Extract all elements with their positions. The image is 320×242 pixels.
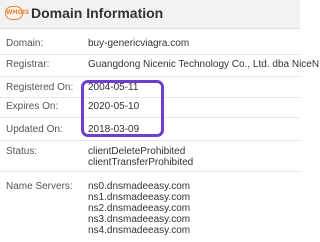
divider bbox=[0, 171, 300, 172]
divider bbox=[0, 140, 300, 141]
expires-on-label: Expires On: bbox=[6, 101, 59, 112]
domain-label: Domain: bbox=[6, 38, 44, 49]
status-label: Status: bbox=[6, 146, 38, 157]
name-server-item: ns4.dnsmadeeasy.com bbox=[88, 225, 191, 236]
status-value: clientTransferProhibited bbox=[88, 157, 194, 168]
page-title: Domain Information bbox=[31, 5, 164, 21]
logo-text: WHOIS bbox=[6, 9, 30, 16]
whois-logo-icon: WHOIS bbox=[5, 6, 30, 20]
registrar-value: Guangdong Nicenic Technology Co., Ltd. d… bbox=[88, 59, 320, 70]
dates-highlight-box bbox=[81, 80, 164, 137]
name-server-item: ns1.dnsmadeeasy.com bbox=[88, 192, 191, 203]
name-servers-label: Name Servers: bbox=[6, 181, 73, 192]
registrar-label: Registrar: bbox=[6, 59, 50, 70]
header: WHOIS Domain Information bbox=[0, 0, 300, 29]
name-server-item: ns3.dnsmadeeasy.com bbox=[88, 214, 191, 225]
status-value: clientDeleteProhibited bbox=[88, 146, 186, 157]
registered-on-label: Registered On: bbox=[6, 82, 74, 93]
domain-value: buy-genericviagra.com bbox=[88, 38, 190, 49]
divider bbox=[0, 76, 300, 77]
updated-on-label: Updated On: bbox=[6, 124, 63, 135]
divider bbox=[0, 54, 300, 55]
name-server-item: ns0.dnsmadeeasy.com bbox=[88, 181, 191, 192]
name-server-item: ns2.dnsmadeeasy.com bbox=[88, 203, 191, 214]
